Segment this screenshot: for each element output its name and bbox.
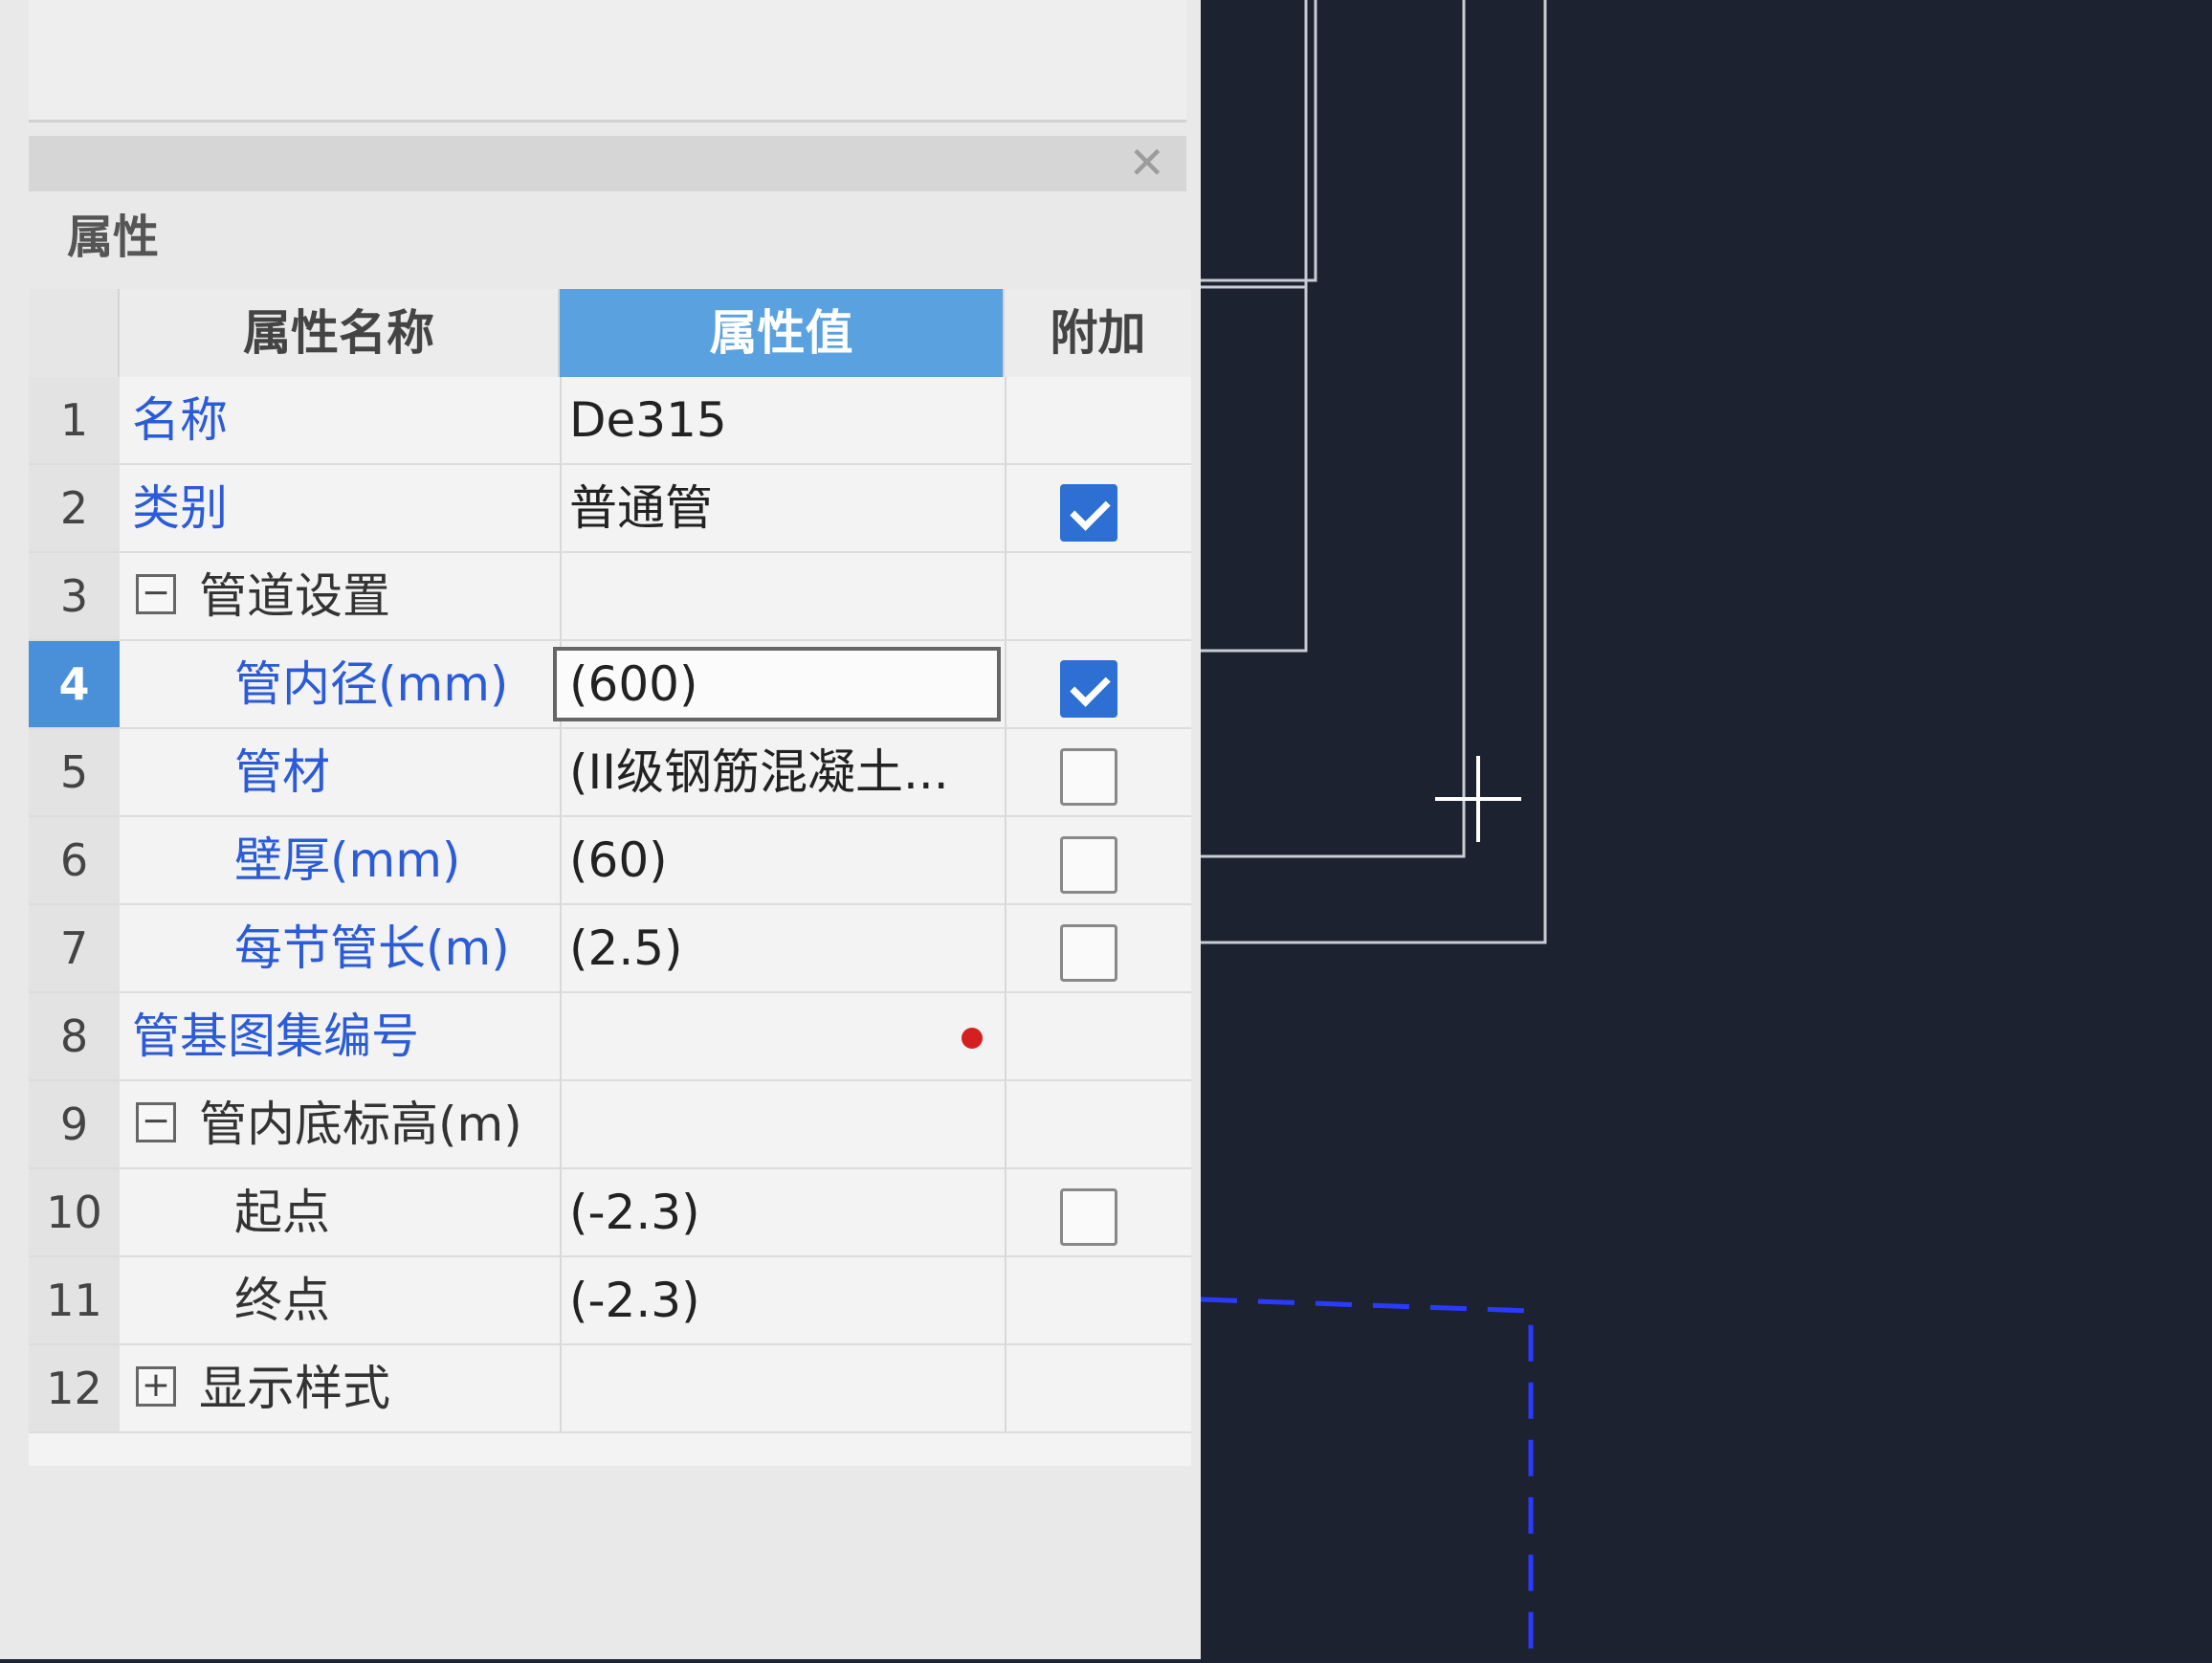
property-row[interactable]: 5 管材 (II级钢筋混凝土... <box>29 729 1191 817</box>
cad-line-2 <box>1201 0 1308 653</box>
checkbox-unchecked[interactable] <box>1060 748 1117 806</box>
property-row[interactable]: 7 每节管长(m) (2.5) <box>29 905 1191 993</box>
column-divider <box>1005 1081 1006 1167</box>
property-value[interactable]: 普通管 <box>569 465 713 551</box>
dashed-pipe-line <box>1200 1297 1534 1659</box>
property-name: 管材 <box>234 744 330 800</box>
property-row[interactable]: 10 起点 (-2.3) <box>29 1169 1191 1257</box>
header-extra[interactable]: 附加 <box>1005 289 1191 377</box>
property-row[interactable]: 4 管内径(mm) (600) <box>29 641 1191 729</box>
row-index: 8 <box>29 993 120 1079</box>
column-divider <box>560 1345 562 1431</box>
property-name: 终点 <box>234 1273 330 1328</box>
column-divider <box>1005 553 1006 639</box>
column-divider <box>560 465 562 551</box>
row-index: 1 <box>29 377 120 463</box>
column-divider <box>1005 641 1006 727</box>
property-value[interactable]: (-2.3) <box>569 1169 700 1255</box>
property-value[interactable]: (II级钢筋混凝土... <box>569 729 949 815</box>
column-divider <box>560 553 562 639</box>
column-divider <box>1005 377 1006 463</box>
row-index: 9 <box>29 1081 120 1167</box>
property-name: 管基图集编号 <box>132 1009 419 1064</box>
column-divider <box>1005 729 1006 815</box>
property-name: 类别 <box>132 480 228 536</box>
header-property-name[interactable]: 属性名称 <box>120 289 560 377</box>
property-row[interactable]: 9− 管内底标高(m) <box>29 1081 1191 1169</box>
property-name: 名称 <box>132 392 228 448</box>
property-name: 管内底标高(m) <box>199 1097 522 1152</box>
cad-line-4 <box>1201 0 1547 944</box>
property-row[interactable]: 12 + 显示样式 <box>29 1345 1191 1433</box>
column-divider <box>1005 465 1006 551</box>
column-divider <box>1005 905 1006 991</box>
column-divider <box>560 1169 562 1255</box>
column-divider <box>1005 993 1006 1079</box>
checkbox-unchecked[interactable] <box>1060 1188 1117 1246</box>
checkbox-unchecked[interactable] <box>1060 924 1117 982</box>
row-index: 6 <box>29 817 120 903</box>
cad-canvas[interactable] <box>1200 0 2212 1659</box>
cad-line-1 <box>1201 0 1317 282</box>
row-index: 12 <box>29 1345 120 1431</box>
property-row[interactable]: 2 类别 普通管 <box>29 465 1191 553</box>
header-index <box>29 289 120 377</box>
row-index: 11 <box>29 1257 120 1343</box>
property-value[interactable]: (600) <box>569 641 697 727</box>
property-grid: 属性名称 属性值 附加 1 名称 De315 2 类别 普通管 3− 管道设置 4 管内径(mm)… <box>29 289 1216 1466</box>
column-divider <box>560 1257 562 1343</box>
property-name: 壁厚(mm) <box>234 832 461 888</box>
column-divider <box>560 1081 562 1167</box>
required-dot-icon <box>962 1028 983 1049</box>
panel-titlebar: ✕ <box>29 136 1186 191</box>
properties-panel: ✕ 属性 属性名称 属性值 附加 1 名称 De315 2 类别 普通管 3− 管道设置 4 管内… <box>0 0 1216 1659</box>
row-index: 4 <box>29 641 120 727</box>
crosshair-cursor-icon <box>1435 756 1521 842</box>
cad-drawing <box>1200 0 1547 1659</box>
expand-icon[interactable]: + <box>136 1366 176 1407</box>
column-divider <box>560 377 562 463</box>
property-row[interactable]: 6 壁厚(mm) (60) <box>29 817 1191 905</box>
row-index: 10 <box>29 1169 120 1255</box>
property-name: 管内径(mm) <box>234 656 509 712</box>
panel-title: 属性 <box>67 211 160 264</box>
property-name: 显示样式 <box>199 1361 390 1416</box>
checkbox-checked[interactable] <box>1060 484 1117 542</box>
row-index: 5 <box>29 729 120 815</box>
panel-top-area <box>29 0 1186 122</box>
property-name: 每节管长(m) <box>234 920 510 976</box>
property-row[interactable]: 11 终点 (-2.3) <box>29 1257 1191 1345</box>
row-index: 2 <box>29 465 120 551</box>
header-property-value[interactable]: 属性值 <box>560 289 1005 377</box>
column-divider <box>560 817 562 903</box>
column-divider <box>1005 1345 1006 1431</box>
property-row[interactable]: 8 管基图集编号 <box>29 993 1191 1081</box>
column-divider <box>1005 1257 1006 1343</box>
column-divider <box>1005 1169 1006 1255</box>
close-icon[interactable]: ✕ <box>1128 138 1165 188</box>
property-value[interactable]: (60) <box>569 817 668 903</box>
property-value[interactable]: De315 <box>569 377 727 463</box>
property-value[interactable]: (2.5) <box>569 905 683 991</box>
row-index: 3 <box>29 553 120 639</box>
property-name: 管道设置 <box>199 568 390 624</box>
collapse-icon[interactable]: − <box>136 1102 176 1142</box>
property-name: 起点 <box>234 1185 330 1240</box>
row-index: 7 <box>29 905 120 991</box>
cad-line-3 <box>1201 0 1466 858</box>
column-divider <box>560 729 562 815</box>
collapse-icon[interactable]: − <box>136 574 176 614</box>
property-value[interactable]: (-2.3) <box>569 1257 700 1343</box>
column-divider <box>560 905 562 991</box>
property-row[interactable]: 1 名称 De315 <box>29 377 1191 465</box>
column-divider <box>560 993 562 1079</box>
property-row[interactable]: 3− 管道设置 <box>29 553 1191 641</box>
checkbox-checked[interactable] <box>1060 660 1117 718</box>
column-divider <box>1005 817 1006 903</box>
checkbox-unchecked[interactable] <box>1060 836 1117 894</box>
